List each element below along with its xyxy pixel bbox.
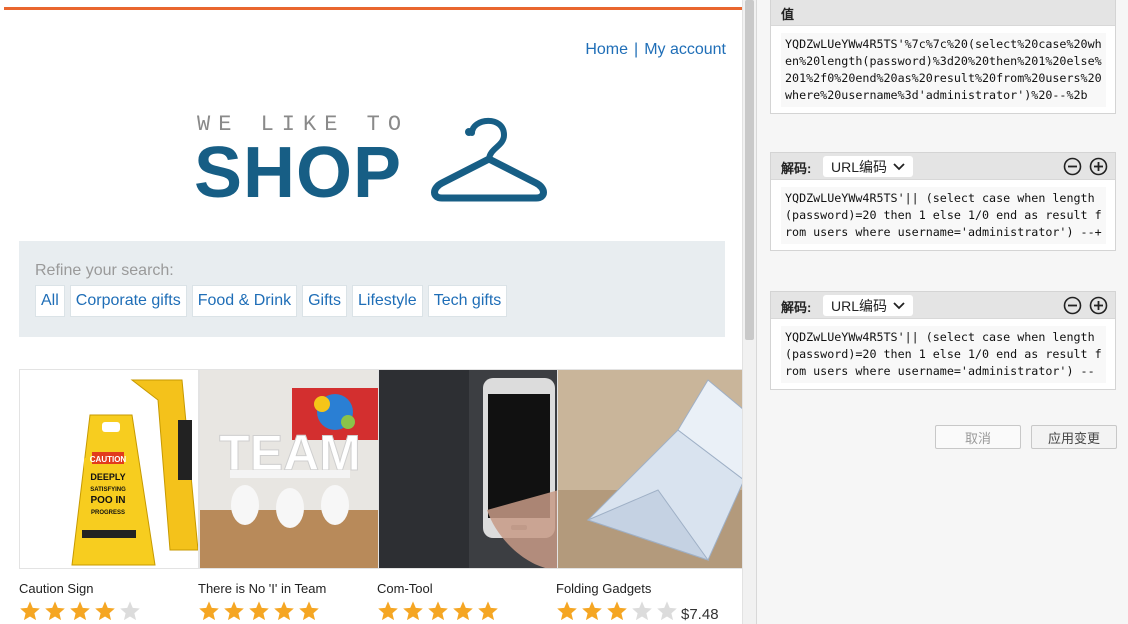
product-price: $7.48 bbox=[681, 606, 719, 623]
decoded-text[interactable]: YQDZwLUeYWw4R5TS'|| (select case when le… bbox=[781, 326, 1106, 383]
category-filters: All Corporate gifts Food & Drink Gifts L… bbox=[35, 285, 508, 317]
remove-icon[interactable] bbox=[1063, 296, 1082, 315]
page-scrollbar[interactable] bbox=[742, 0, 756, 624]
product-image-com-tool[interactable] bbox=[378, 369, 558, 569]
value-box-header: 值 bbox=[771, 0, 1115, 26]
product-image-caution-sign[interactable]: CAUTION DEEPLY SATISFYING POO IN PROGRES… bbox=[19, 369, 199, 569]
chevron-down-icon bbox=[893, 301, 905, 309]
header-accent-line bbox=[4, 7, 742, 10]
star-icon bbox=[45, 601, 65, 621]
scrollbar-thumb[interactable] bbox=[745, 0, 754, 340]
apply-changes-button[interactable]: 应用变更 bbox=[1031, 425, 1117, 449]
product-name[interactable]: Caution Sign bbox=[19, 581, 93, 596]
star-icon bbox=[95, 601, 115, 621]
home-link[interactable]: Home bbox=[585, 41, 628, 58]
decode-box-header: 解码: URL编码 bbox=[771, 153, 1115, 180]
product-rating bbox=[19, 600, 141, 622]
hanger-icon bbox=[431, 117, 547, 202]
filter-corporate-gifts[interactable]: Corporate gifts bbox=[69, 285, 187, 317]
my-account-link[interactable]: My account bbox=[644, 41, 726, 58]
product-rating bbox=[556, 600, 678, 622]
star-icon bbox=[70, 601, 90, 621]
add-icon[interactable] bbox=[1089, 157, 1108, 176]
star-icon bbox=[557, 601, 577, 621]
product-name[interactable]: Folding Gadgets bbox=[556, 581, 651, 596]
cancel-button[interactable]: 取消 bbox=[935, 425, 1021, 449]
product-name[interactable]: Com-Tool bbox=[377, 581, 433, 596]
decoded-text[interactable]: YQDZwLUeYWw4R5TS'|| (select case when le… bbox=[781, 187, 1106, 244]
star-icon bbox=[378, 601, 398, 621]
decode-label: 解码: bbox=[781, 300, 812, 315]
decode-box-2: 解码: URL编码 YQDZwLUeYWw4R5TS'|| (select ca… bbox=[770, 291, 1116, 390]
star-icon bbox=[478, 601, 498, 621]
chevron-down-icon bbox=[893, 162, 905, 170]
add-icon[interactable] bbox=[1089, 296, 1108, 315]
product-name[interactable]: There is No 'I' in Team bbox=[198, 581, 326, 596]
filter-lifestyle[interactable]: Lifestyle bbox=[351, 285, 423, 317]
filter-tech-gifts[interactable]: Tech gifts bbox=[427, 285, 508, 317]
product-rating bbox=[377, 600, 499, 622]
logo-word: SHOP bbox=[194, 133, 403, 213]
filter-food-drink[interactable]: Food & Drink bbox=[191, 285, 298, 317]
product-image-team[interactable]: TEAM bbox=[199, 369, 379, 569]
decode-label: 解码: bbox=[781, 161, 812, 176]
star-icon bbox=[299, 601, 319, 621]
value-text[interactable]: YQDZwLUeYWw4R5TS'%7c%7c%20(select%20case… bbox=[781, 33, 1106, 107]
svg-text:SATISFYING: SATISFYING bbox=[90, 487, 126, 493]
star-icon bbox=[582, 601, 602, 621]
svg-text:CAUTION: CAUTION bbox=[90, 455, 127, 464]
star-icon bbox=[607, 601, 627, 621]
encoding-select-value: URL编码 bbox=[831, 297, 888, 314]
svg-text:DEEPLY: DEEPLY bbox=[90, 472, 125, 482]
refine-search-panel: Refine your search: All Corporate gifts … bbox=[19, 241, 725, 337]
star-icon bbox=[224, 601, 244, 621]
star-icon bbox=[428, 601, 448, 621]
decode-box-header: 解码: URL编码 bbox=[771, 292, 1115, 319]
top-nav: Home | My account bbox=[585, 41, 726, 59]
star-icon bbox=[632, 601, 652, 621]
svg-text:PROGRESS: PROGRESS bbox=[91, 510, 125, 516]
encoding-select[interactable]: URL编码 bbox=[823, 295, 914, 316]
remove-icon[interactable] bbox=[1063, 157, 1082, 176]
star-icon bbox=[20, 601, 40, 621]
value-title: 值 bbox=[781, 7, 795, 22]
svg-text:POO IN: POO IN bbox=[90, 495, 125, 506]
star-icon bbox=[120, 601, 140, 621]
star-icon bbox=[274, 601, 294, 621]
encoding-select-value: URL编码 bbox=[831, 158, 888, 175]
product-image-folding-gadgets[interactable] bbox=[557, 369, 742, 569]
nav-separator: | bbox=[634, 41, 639, 58]
star-icon bbox=[657, 601, 677, 621]
filter-all[interactable]: All bbox=[35, 285, 65, 317]
star-icon bbox=[403, 601, 423, 621]
decode-box-1: 解码: URL编码 YQDZwLUeYWw4R5TS'|| (select ca… bbox=[770, 152, 1116, 251]
decoder-panel: 值 YQDZwLUeYWw4R5TS'%7c%7c%20(select%20ca… bbox=[756, 0, 1128, 624]
star-icon bbox=[249, 601, 269, 621]
filter-gifts[interactable]: Gifts bbox=[302, 285, 347, 317]
star-icon bbox=[453, 601, 473, 621]
star-icon bbox=[199, 601, 219, 621]
refine-label: Refine your search: bbox=[35, 262, 174, 279]
value-box: 值 YQDZwLUeYWw4R5TS'%7c%7c%20(select%20ca… bbox=[770, 0, 1116, 114]
product-rating bbox=[198, 600, 320, 622]
shop-page: Home | My account WE LIKE TO SHOP Refine y… bbox=[0, 0, 742, 624]
encoding-select[interactable]: URL编码 bbox=[823, 156, 914, 177]
